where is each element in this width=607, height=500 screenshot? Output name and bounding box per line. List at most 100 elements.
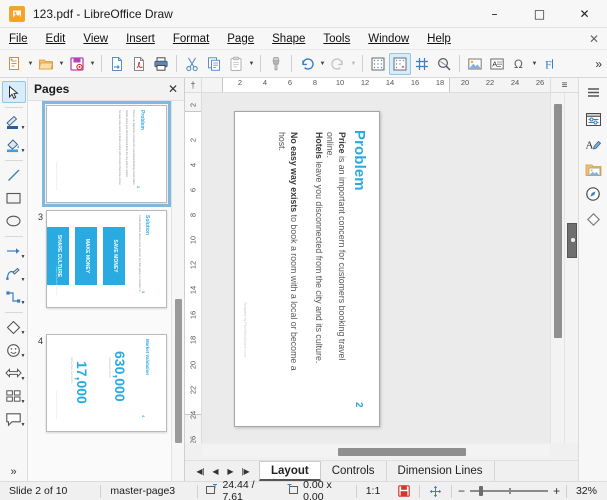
slide-body-box[interactable]: Price is an important concern for custom…: [323, 132, 347, 382]
tab-controls[interactable]: Controls: [321, 461, 387, 481]
rectangle-tool-button[interactable]: [2, 187, 26, 209]
open-document-button[interactable]: [35, 53, 57, 75]
snap-to-grid-button[interactable]: [389, 52, 411, 75]
menu-shape[interactable]: Shape: [263, 28, 314, 50]
menu-help[interactable]: Help: [418, 28, 460, 50]
insert-line-tool-button[interactable]: [2, 164, 26, 186]
fill-color-tool-button[interactable]: ▼: [2, 134, 26, 156]
line-color-tool-button[interactable]: ▼: [2, 111, 26, 133]
master-page-name[interactable]: master-page3: [101, 482, 196, 500]
gallery-deck-icon[interactable]: [581, 157, 605, 181]
menu-file[interactable]: File: [0, 28, 37, 50]
select-tool-button[interactable]: [1, 81, 26, 103]
minimize-button[interactable]: –: [472, 0, 517, 28]
canvas-splitter-handle[interactable]: [567, 222, 577, 258]
basic-shapes-tool-button[interactable]: ▼: [2, 316, 26, 338]
new-document-dropdown-icon[interactable]: ▼: [26, 53, 35, 75]
navigator-deck-icon[interactable]: [581, 182, 605, 206]
new-document-button[interactable]: [4, 53, 26, 75]
chevron-down-icon[interactable]: ▼: [21, 277, 26, 283]
connectors-tool-button[interactable]: ▼: [2, 286, 26, 308]
zoom-slider[interactable]: − +: [452, 484, 566, 498]
list-item[interactable]: 3 Solution A web platform where users ca…: [28, 206, 171, 330]
maximize-button[interactable]: □: [517, 0, 562, 28]
chevron-down-icon[interactable]: ▼: [21, 353, 26, 359]
zoom-out-button[interactable]: −: [458, 484, 465, 498]
canvas-vertical-scrollbar[interactable]: [550, 93, 564, 443]
insert-special-character-button[interactable]: Ω: [508, 53, 530, 75]
previous-layer-button[interactable]: ◀: [208, 461, 223, 482]
chevron-down-icon[interactable]: ▼: [21, 148, 26, 154]
menu-page[interactable]: Page: [218, 28, 263, 50]
print-button[interactable]: [150, 53, 172, 75]
cut-button[interactable]: [181, 53, 203, 75]
zoom-slider-track[interactable]: [470, 486, 549, 496]
zoom-level[interactable]: 32%: [567, 482, 607, 500]
close-pages-panel-icon[interactable]: ✕: [168, 82, 178, 96]
slide-body-box-2[interactable]: Hotels leave you disconnected from the c…: [312, 132, 324, 382]
tab-layout[interactable]: Layout: [259, 461, 321, 481]
undo-button[interactable]: [296, 53, 318, 75]
unsaved-changes-icon[interactable]: [389, 482, 419, 500]
insert-text-box-button[interactable]: A: [486, 53, 508, 75]
symbol-shapes-tool-button[interactable]: ▼: [2, 339, 26, 361]
close-document-icon[interactable]: ✕: [589, 32, 599, 46]
list-item[interactable]: 4 Market Validation 630,000 visitors per…: [28, 330, 171, 454]
chevron-down-icon[interactable]: ▼: [21, 254, 26, 260]
scale-value[interactable]: 1:1: [357, 482, 390, 500]
chevron-down-icon[interactable]: ▼: [21, 422, 26, 428]
fit-slide-icon[interactable]: [420, 482, 451, 500]
slide-page-number-box[interactable]: 2: [353, 402, 364, 408]
insert-special-character-dropdown-icon[interactable]: ▼: [530, 53, 539, 75]
menu-window[interactable]: Window: [359, 28, 418, 50]
canvas-splitter[interactable]: [564, 93, 578, 443]
chevron-down-icon[interactable]: ▼: [21, 330, 26, 336]
menu-format[interactable]: Format: [164, 28, 218, 50]
list-item[interactable]: 2 Problem Price is an important concern …: [28, 101, 171, 207]
zoom-button[interactable]: [433, 53, 455, 75]
zoom-slider-thumb[interactable]: [479, 486, 484, 496]
zoom-in-button[interactable]: +: [553, 484, 560, 498]
horizontal-ruler[interactable]: 2 4 6 8 10 12 14 16 18 20 22 24 26 28 30: [202, 78, 550, 93]
paste-button[interactable]: [225, 53, 247, 75]
close-button[interactable]: ✕: [562, 0, 607, 28]
menu-edit[interactable]: Edit: [37, 28, 75, 50]
chevron-down-icon[interactable]: ▼: [21, 399, 26, 405]
canvas-horizontal-scrollbar[interactable]: [202, 445, 550, 457]
insert-image-button[interactable]: [464, 53, 486, 75]
pages-list[interactable]: 2 Problem Price is an important concern …: [28, 100, 184, 481]
menu-tools[interactable]: Tools: [314, 28, 359, 50]
sidebar-settings-icon[interactable]: [581, 81, 605, 103]
tab-dimension-lines[interactable]: Dimension Lines: [387, 461, 495, 481]
slide-page[interactable]: Problem Price is an important concern fo…: [234, 111, 380, 427]
menu-insert[interactable]: Insert: [117, 28, 164, 50]
helplines-while-moving-button[interactable]: [411, 53, 433, 75]
chevron-down-icon[interactable]: ▼: [21, 376, 26, 382]
page-thumbnail-4[interactable]: Market Validation 630,000 visitors per m…: [46, 334, 167, 432]
slide-body-box-3[interactable]: No easy way exists to book a room with a…: [275, 132, 299, 382]
ellipse-tool-button[interactable]: [2, 210, 26, 232]
chevron-down-icon[interactable]: ▼: [21, 125, 26, 131]
export-as-pdf-button[interactable]: [128, 53, 150, 75]
chevron-down-icon[interactable]: ▼: [21, 300, 26, 306]
redo-button[interactable]: [327, 53, 349, 75]
pages-panel-scrollbar-thumb[interactable]: [175, 298, 182, 443]
slide-title-box[interactable]: Problem: [351, 130, 368, 191]
page-thumbnail-2[interactable]: Problem Price is an important concern fo…: [42, 101, 171, 207]
slide-footer-box[interactable]: Template by PitchDeckCoach.com: [243, 302, 247, 357]
ruler-unit-corner[interactable]: †: [185, 78, 202, 93]
clone-formatting-button[interactable]: [265, 53, 287, 75]
save-document-dropdown-icon[interactable]: ▼: [88, 53, 97, 75]
toolbar-overflow-button[interactable]: »: [595, 57, 602, 71]
undo-dropdown-icon[interactable]: ▼: [318, 53, 327, 75]
properties-deck-icon[interactable]: [581, 107, 605, 131]
paste-dropdown-icon[interactable]: ▼: [247, 53, 256, 75]
canvas-vertical-scrollbar-thumb[interactable]: [554, 103, 562, 338]
copy-button[interactable]: [203, 53, 225, 75]
page-thumbnail-3[interactable]: Solution A web platform where users can …: [46, 210, 167, 308]
first-layer-button[interactable]: ◀|: [193, 461, 208, 482]
flowchart-shapes-tool-button[interactable]: ▼: [2, 385, 26, 407]
lines-and-arrows-tool-button[interactable]: ▼: [2, 240, 26, 262]
display-grid-button[interactable]: [367, 53, 389, 75]
pages-panel-scrollbar[interactable]: [171, 101, 184, 481]
